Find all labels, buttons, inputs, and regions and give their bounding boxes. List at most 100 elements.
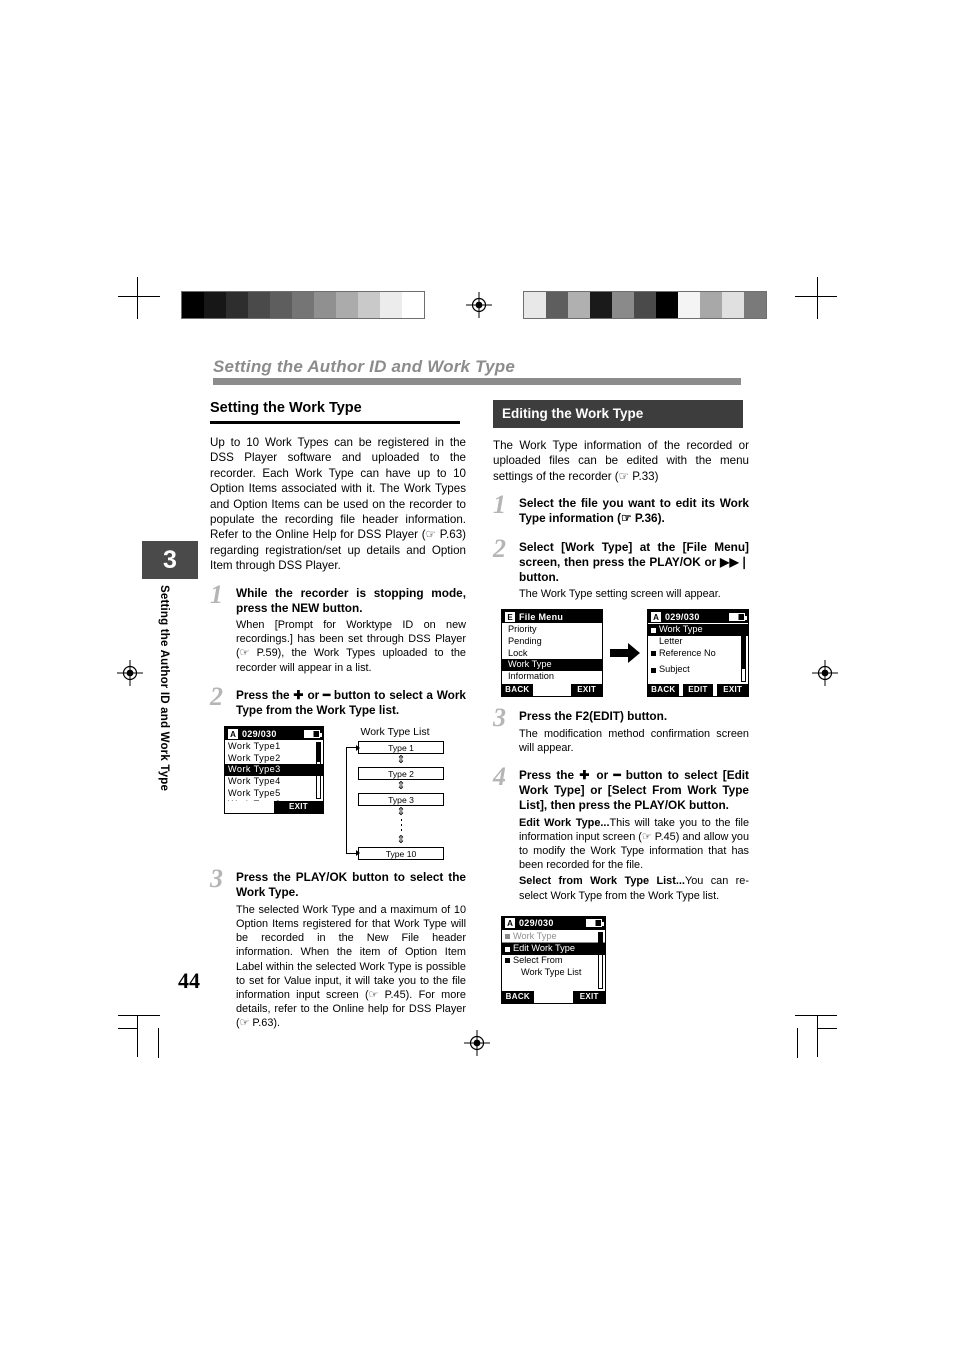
manual-page: Setting the Author ID and Work Type 3 Se… bbox=[0, 0, 954, 1351]
lcd-row-label: Select From bbox=[513, 955, 563, 966]
lcd-title-bar: E File Menu bbox=[502, 610, 602, 624]
section-heading-editing: Editing the Work Type bbox=[493, 400, 743, 428]
step-title: Press the ✚ or ━ button to select [Edit … bbox=[519, 768, 749, 813]
file-menu-transition-figure: E File Menu Priority Pending Lock Work Type… bbox=[501, 609, 749, 698]
lcd-row[interactable]: Letter bbox=[648, 636, 748, 648]
updown-arrow-icon: ⇕ bbox=[396, 806, 406, 819]
registration-swatch bbox=[590, 292, 612, 318]
lcd-row[interactable]: Reference No bbox=[648, 648, 748, 660]
lcd-row-label: Information bbox=[508, 670, 554, 681]
registration-target-bottom bbox=[464, 1030, 490, 1056]
crop-mark-top-right-v bbox=[817, 277, 818, 319]
lcd-title-bar: A 029/030 bbox=[648, 610, 748, 624]
registration-swatch bbox=[634, 292, 656, 318]
mode-a-icon: A bbox=[505, 918, 515, 929]
lcd-title-bar: A 029/030 bbox=[225, 727, 323, 741]
running-head: Setting the Author ID and Work Type bbox=[213, 357, 515, 376]
lcd-row[interactable]: Work Type1 bbox=[225, 741, 323, 753]
chapter-tab-title: Setting the Author ID and Work Type bbox=[158, 585, 170, 792]
lcd-row-label: Work Type2 bbox=[228, 752, 281, 763]
step-body: The selected Work Type and a maximum of … bbox=[236, 903, 466, 1030]
lcd-row-list: Work Type1 Work Type2 Work Type3 Work Type4… bbox=[225, 740, 323, 811]
right-column: Editing the Work Type The Work Type info… bbox=[493, 400, 749, 1004]
lcd-scrollbar[interactable] bbox=[598, 931, 603, 989]
lcd-row-label: Letter bbox=[659, 636, 683, 647]
registration-swatch bbox=[182, 292, 204, 318]
lcd-row[interactable]: Work Type4 bbox=[225, 776, 323, 788]
lcd-row[interactable]: Information bbox=[502, 671, 602, 683]
section-heading-rule bbox=[210, 421, 460, 424]
lcd-edit-choice[interactable]: A 029/030 Work Type Edit Work Type Select … bbox=[501, 915, 606, 1004]
flow-item-type10: Type 10 bbox=[358, 847, 444, 861]
lcd-row-label: Reference No bbox=[659, 647, 716, 658]
step-body: When [Prompt for Worktype ID on new reco… bbox=[236, 619, 466, 674]
lcd-row-label: Work Type4 bbox=[228, 776, 281, 787]
registration-swatch bbox=[204, 292, 226, 318]
bullet-icon bbox=[651, 639, 656, 644]
lcd-row[interactable]: Work Type bbox=[502, 659, 602, 671]
flow-chain: Type 1 ⇕ Type 2 ⇕ Type 3 ⇕ ⇕ Type 10 bbox=[346, 741, 444, 861]
bullet-icon bbox=[505, 934, 510, 940]
softkey-blank bbox=[225, 801, 274, 814]
lcd-file-counter: 029/030 bbox=[242, 728, 277, 739]
lcd-row[interactable]: Lock bbox=[502, 648, 602, 660]
softkey-exit[interactable]: EXIT bbox=[274, 801, 323, 814]
menu-e-icon: E bbox=[505, 611, 515, 622]
edit-choice-figure: A 029/030 Work Type Edit Work Type Select … bbox=[501, 915, 749, 1004]
lcd-row[interactable]: Pending bbox=[502, 636, 602, 648]
lcd-softkeys: BACK EXIT bbox=[502, 684, 603, 697]
softkey-exit[interactable]: EXIT bbox=[717, 684, 749, 697]
registration-swatch bbox=[700, 292, 722, 318]
lcd-work-type-fields[interactable]: A 029/030 Work Type Letter Reference No Sub… bbox=[647, 609, 749, 698]
lcd-row[interactable]: Priority bbox=[502, 624, 602, 636]
lcd-file-counter: 029/030 bbox=[665, 611, 700, 622]
lcd-row-label: Work Type1 bbox=[228, 741, 281, 752]
diagram-caption: Work Type List bbox=[360, 726, 430, 739]
crop-mark-top-right-h bbox=[795, 296, 837, 297]
lcd-scrollbar[interactable] bbox=[741, 625, 746, 683]
softkey-exit[interactable]: EXIT bbox=[571, 684, 603, 697]
mode-a-icon: A bbox=[651, 611, 661, 622]
registration-swatch bbox=[612, 292, 634, 318]
softkey-edit[interactable]: EDIT bbox=[682, 684, 714, 697]
lcd-scrollbar[interactable] bbox=[316, 742, 321, 800]
flow-item-type3: Type 3 bbox=[358, 793, 444, 807]
flow-item-type1: Type 1 bbox=[358, 741, 444, 755]
lcd-row[interactable]: Work Type5 bbox=[225, 788, 323, 800]
term-select-from-list: Select from Work Type List... bbox=[519, 875, 685, 888]
updown-arrow-icon: ⇕ bbox=[396, 834, 406, 847]
step-body: The Work Type setting screen will appear… bbox=[519, 588, 721, 601]
lcd-work-type-list[interactable]: A 029/030 Work Type1 Work Type2 Work Type3… bbox=[224, 726, 324, 815]
left-column: Setting the Work Type Up to 10 Work Type… bbox=[210, 400, 466, 1044]
lcd-row[interactable]: Subject bbox=[648, 664, 748, 676]
step-body-select: Select from Work Type List...You can re-… bbox=[519, 874, 749, 902]
lcd-row[interactable]: Work Type3 bbox=[225, 764, 323, 777]
lcd-row[interactable]: Work Type bbox=[502, 931, 605, 944]
intro-paragraph-left: Up to 10 Work Types can be registered in… bbox=[210, 436, 466, 573]
page-number: 44 bbox=[178, 968, 200, 993]
lcd-row[interactable]: Select From bbox=[502, 955, 605, 967]
term-edit-work-type: Edit Work Type... bbox=[519, 816, 610, 829]
registration-swatch bbox=[226, 292, 248, 318]
registration-swatch bbox=[314, 292, 336, 318]
running-head-rule bbox=[213, 378, 741, 385]
softkey-back[interactable]: BACK bbox=[648, 684, 679, 697]
lcd-row[interactable]: Edit Work Type bbox=[502, 943, 605, 956]
softkey-exit[interactable]: EXIT bbox=[573, 990, 606, 1003]
registration-swatch bbox=[336, 292, 358, 318]
step-body: The modification method confirmation scr… bbox=[519, 727, 749, 754]
lcd-row[interactable]: Work Type bbox=[648, 624, 748, 637]
lcd-file-menu[interactable]: E File Menu Priority Pending Lock Work Type… bbox=[501, 609, 603, 698]
lcd-menu-title: File Menu bbox=[519, 611, 564, 622]
lcd-row-list: Work Type Edit Work Type Select From Work T… bbox=[502, 930, 605, 978]
step-right-4: 4 Press the ✚ or ━ button to select [Edi… bbox=[493, 764, 749, 903]
mode-a-icon: A bbox=[228, 728, 238, 739]
lcd-row[interactable]: Work Type List bbox=[502, 967, 605, 979]
lcd-row[interactable]: Work Type2 bbox=[225, 753, 323, 765]
softkey-back[interactable]: BACK bbox=[502, 684, 533, 697]
bullet-icon bbox=[651, 659, 656, 664]
registration-swatch bbox=[568, 292, 590, 318]
lcd-row-label: Work Type3 bbox=[228, 764, 281, 775]
softkey-back[interactable]: BACK bbox=[502, 990, 534, 1003]
worktype-list-figure: A 029/030 Work Type1 Work Type2 Work Type3… bbox=[224, 726, 466, 861]
